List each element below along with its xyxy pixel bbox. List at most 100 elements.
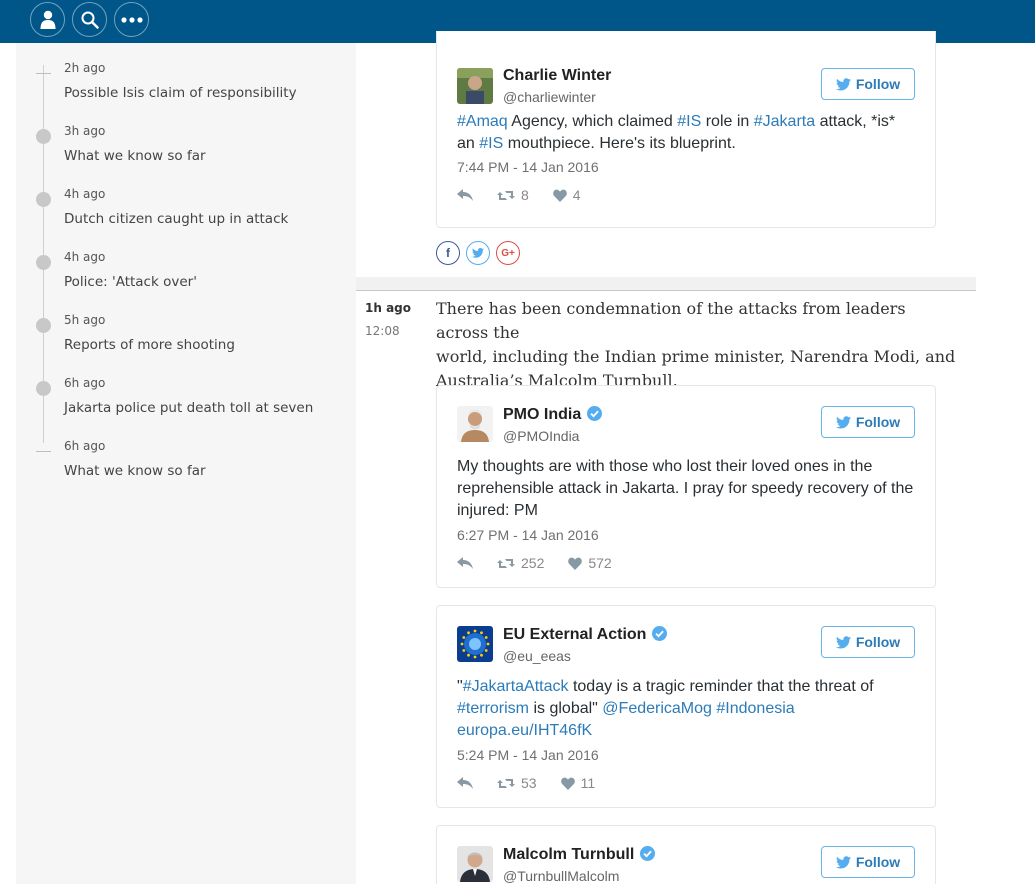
more-button[interactable] (114, 2, 149, 37)
timeline-title[interactable]: Police: 'Attack over' (64, 274, 197, 290)
avatar[interactable] (457, 406, 493, 442)
timeline-marker (36, 451, 51, 452)
url-link[interactable]: europa.eu/IHT46fK (457, 722, 592, 739)
tweet-author-handle[interactable]: @charliewinter (503, 89, 596, 105)
tweet-author-handle[interactable]: @PMOIndia (503, 428, 579, 444)
verified-badge-icon (587, 406, 603, 421)
timeline-item[interactable]: 3h ago What we know so far (16, 120, 346, 180)
timeline-title[interactable]: What we know so far (64, 148, 206, 164)
tweet-author-handle[interactable]: @TurnbullMalcolm (503, 868, 619, 884)
facebook-icon: f (446, 246, 450, 260)
follow-button[interactable]: Follow (821, 626, 915, 658)
hashtag-link[interactable]: #IS (479, 135, 503, 152)
hashtag-link[interactable]: #terrorism (457, 700, 529, 717)
hashtag-link[interactable]: #IS (677, 113, 701, 130)
tweet-author-name[interactable]: EU External Action (503, 626, 668, 644)
page-margin (0, 43, 16, 884)
timeline-item[interactable]: 5h ago Reports of more shooting (16, 309, 346, 369)
timeline-title[interactable]: Dutch citizen caught up in attack (64, 211, 288, 227)
tweet-line: My thoughts are with those who lost thei… (457, 458, 873, 475)
heart-icon (560, 777, 575, 790)
tweet-line: "#JakartaAttack today is a tragic remind… (457, 676, 917, 698)
twitter-share-button[interactable] (466, 241, 490, 265)
like-button[interactable]: 572 (568, 555, 612, 571)
tweet-text: "#JakartaAttack today is a tragic remind… (457, 676, 917, 742)
tweet-line: injured: PM (457, 502, 538, 519)
avatar[interactable] (457, 846, 493, 882)
timeline-time: 6h ago (64, 439, 106, 453)
like-count: 572 (588, 555, 612, 571)
timeline-title[interactable]: What we know so far (64, 463, 206, 479)
twitter-bird-icon (835, 855, 851, 868)
tweet-author-name[interactable]: PMO India (503, 406, 603, 424)
tweet-author-name[interactable]: Malcolm Turnbull (503, 846, 656, 864)
tweet-author-name[interactable]: Charlie Winter (503, 67, 611, 85)
timeline-item[interactable]: 6h ago Jakarta police put death toll at … (16, 372, 346, 432)
tweet-line: #terrorism is global" @FedericaMog #Indo… (457, 698, 917, 720)
embedded-tweet: EU External Action @eu_eeas Follow "#Jak… (436, 605, 936, 808)
facebook-share-button[interactable]: f (436, 241, 460, 265)
like-button[interactable]: 11 (560, 775, 595, 791)
timeline-item[interactable]: 6h ago What we know so far (16, 435, 346, 495)
retweet-icon (497, 558, 515, 568)
embedded-tweet: Malcolm Turnbull @TurnbullMalcolm Follow (436, 825, 936, 884)
timeline-time: 4h ago (64, 250, 106, 264)
mention-link[interactable]: @FedericaMog (602, 700, 712, 717)
twitter-icon (472, 248, 484, 258)
retweet-count: 8 (521, 187, 529, 203)
reply-button[interactable] (457, 777, 473, 789)
profile-icon (40, 10, 55, 29)
tweet-actions: 53 11 (457, 774, 595, 792)
post-time-ago[interactable]: 1h ago (365, 301, 411, 315)
tweet-text-segment: attack, *is* (815, 113, 896, 130)
live-blog-main: Charlie Winter @charliewinter Follow #Am… (356, 31, 976, 884)
tweet-text: #Amaq Agency, which claimed #IS role in … (457, 111, 917, 155)
timeline-marker (36, 129, 51, 144)
tweet-text-segment: is global" (529, 700, 603, 717)
retweet-button[interactable]: 53 (497, 775, 537, 791)
twitter-bird-icon (835, 635, 851, 648)
timeline-item[interactable]: 4h ago Police: 'Attack over' (16, 246, 346, 306)
profile-button[interactable] (30, 2, 65, 37)
tweet-text: My thoughts are with those who lost thei… (457, 456, 917, 522)
tweet-actions: 252 572 (457, 554, 612, 572)
retweet-button[interactable]: 252 (497, 555, 544, 571)
timeline-marker (36, 255, 51, 270)
follow-label: Follow (855, 414, 901, 430)
like-button[interactable]: 4 (553, 187, 581, 203)
timeline-title[interactable]: Jakarta police put death toll at seven (64, 400, 313, 416)
tweet-timestamp[interactable]: 5:24 PM - 14 Jan 2016 (457, 747, 599, 763)
timeline-title[interactable]: Possible Isis claim of responsibility (64, 85, 297, 101)
tweet-text-segment: Agency, which claimed (507, 113, 678, 130)
reply-button[interactable] (457, 189, 473, 201)
timeline-item[interactable]: 4h ago Dutch citizen caught up in attack (16, 183, 346, 243)
post-body-text: There has been condemnation of the attac… (436, 297, 956, 393)
avatar[interactable] (457, 68, 493, 104)
timeline-marker (36, 318, 51, 333)
timeline-time: 4h ago (64, 187, 106, 201)
reply-button[interactable] (457, 557, 473, 569)
heart-icon (553, 189, 567, 202)
hashtag-link[interactable]: #Indonesia (716, 700, 794, 717)
follow-button[interactable]: Follow (821, 406, 915, 438)
tweet-timestamp[interactable]: 6:27 PM - 14 Jan 2016 (457, 527, 599, 543)
timeline-item[interactable]: 2h ago Possible Isis claim of responsibi… (16, 57, 346, 117)
search-button[interactable] (72, 2, 107, 37)
follow-label: Follow (855, 76, 901, 92)
avatar[interactable] (457, 626, 493, 662)
hashtag-link[interactable]: #JakartaAttack (463, 678, 569, 695)
hashtag-link[interactable]: #Amaq (457, 113, 508, 130)
retweet-icon (497, 778, 515, 788)
tweet-text-segment: an (457, 135, 480, 152)
retweet-button[interactable]: 8 (497, 187, 529, 203)
follow-button[interactable]: Follow (821, 68, 915, 100)
post-line: world, including the Indian prime minist… (436, 347, 956, 366)
google-plus-share-button[interactable]: G+ (496, 241, 520, 265)
tweet-timestamp[interactable]: 7:44 PM - 14 Jan 2016 (457, 159, 599, 175)
hashtag-link[interactable]: #Jakarta (754, 113, 815, 130)
tweet-text-segment: today is a tragic reminder that the thre… (568, 678, 874, 695)
timeline-title[interactable]: Reports of more shooting (64, 337, 235, 353)
follow-button[interactable]: Follow (821, 846, 915, 878)
reply-icon (457, 777, 473, 789)
tweet-author-handle[interactable]: @eu_eeas (503, 648, 571, 664)
